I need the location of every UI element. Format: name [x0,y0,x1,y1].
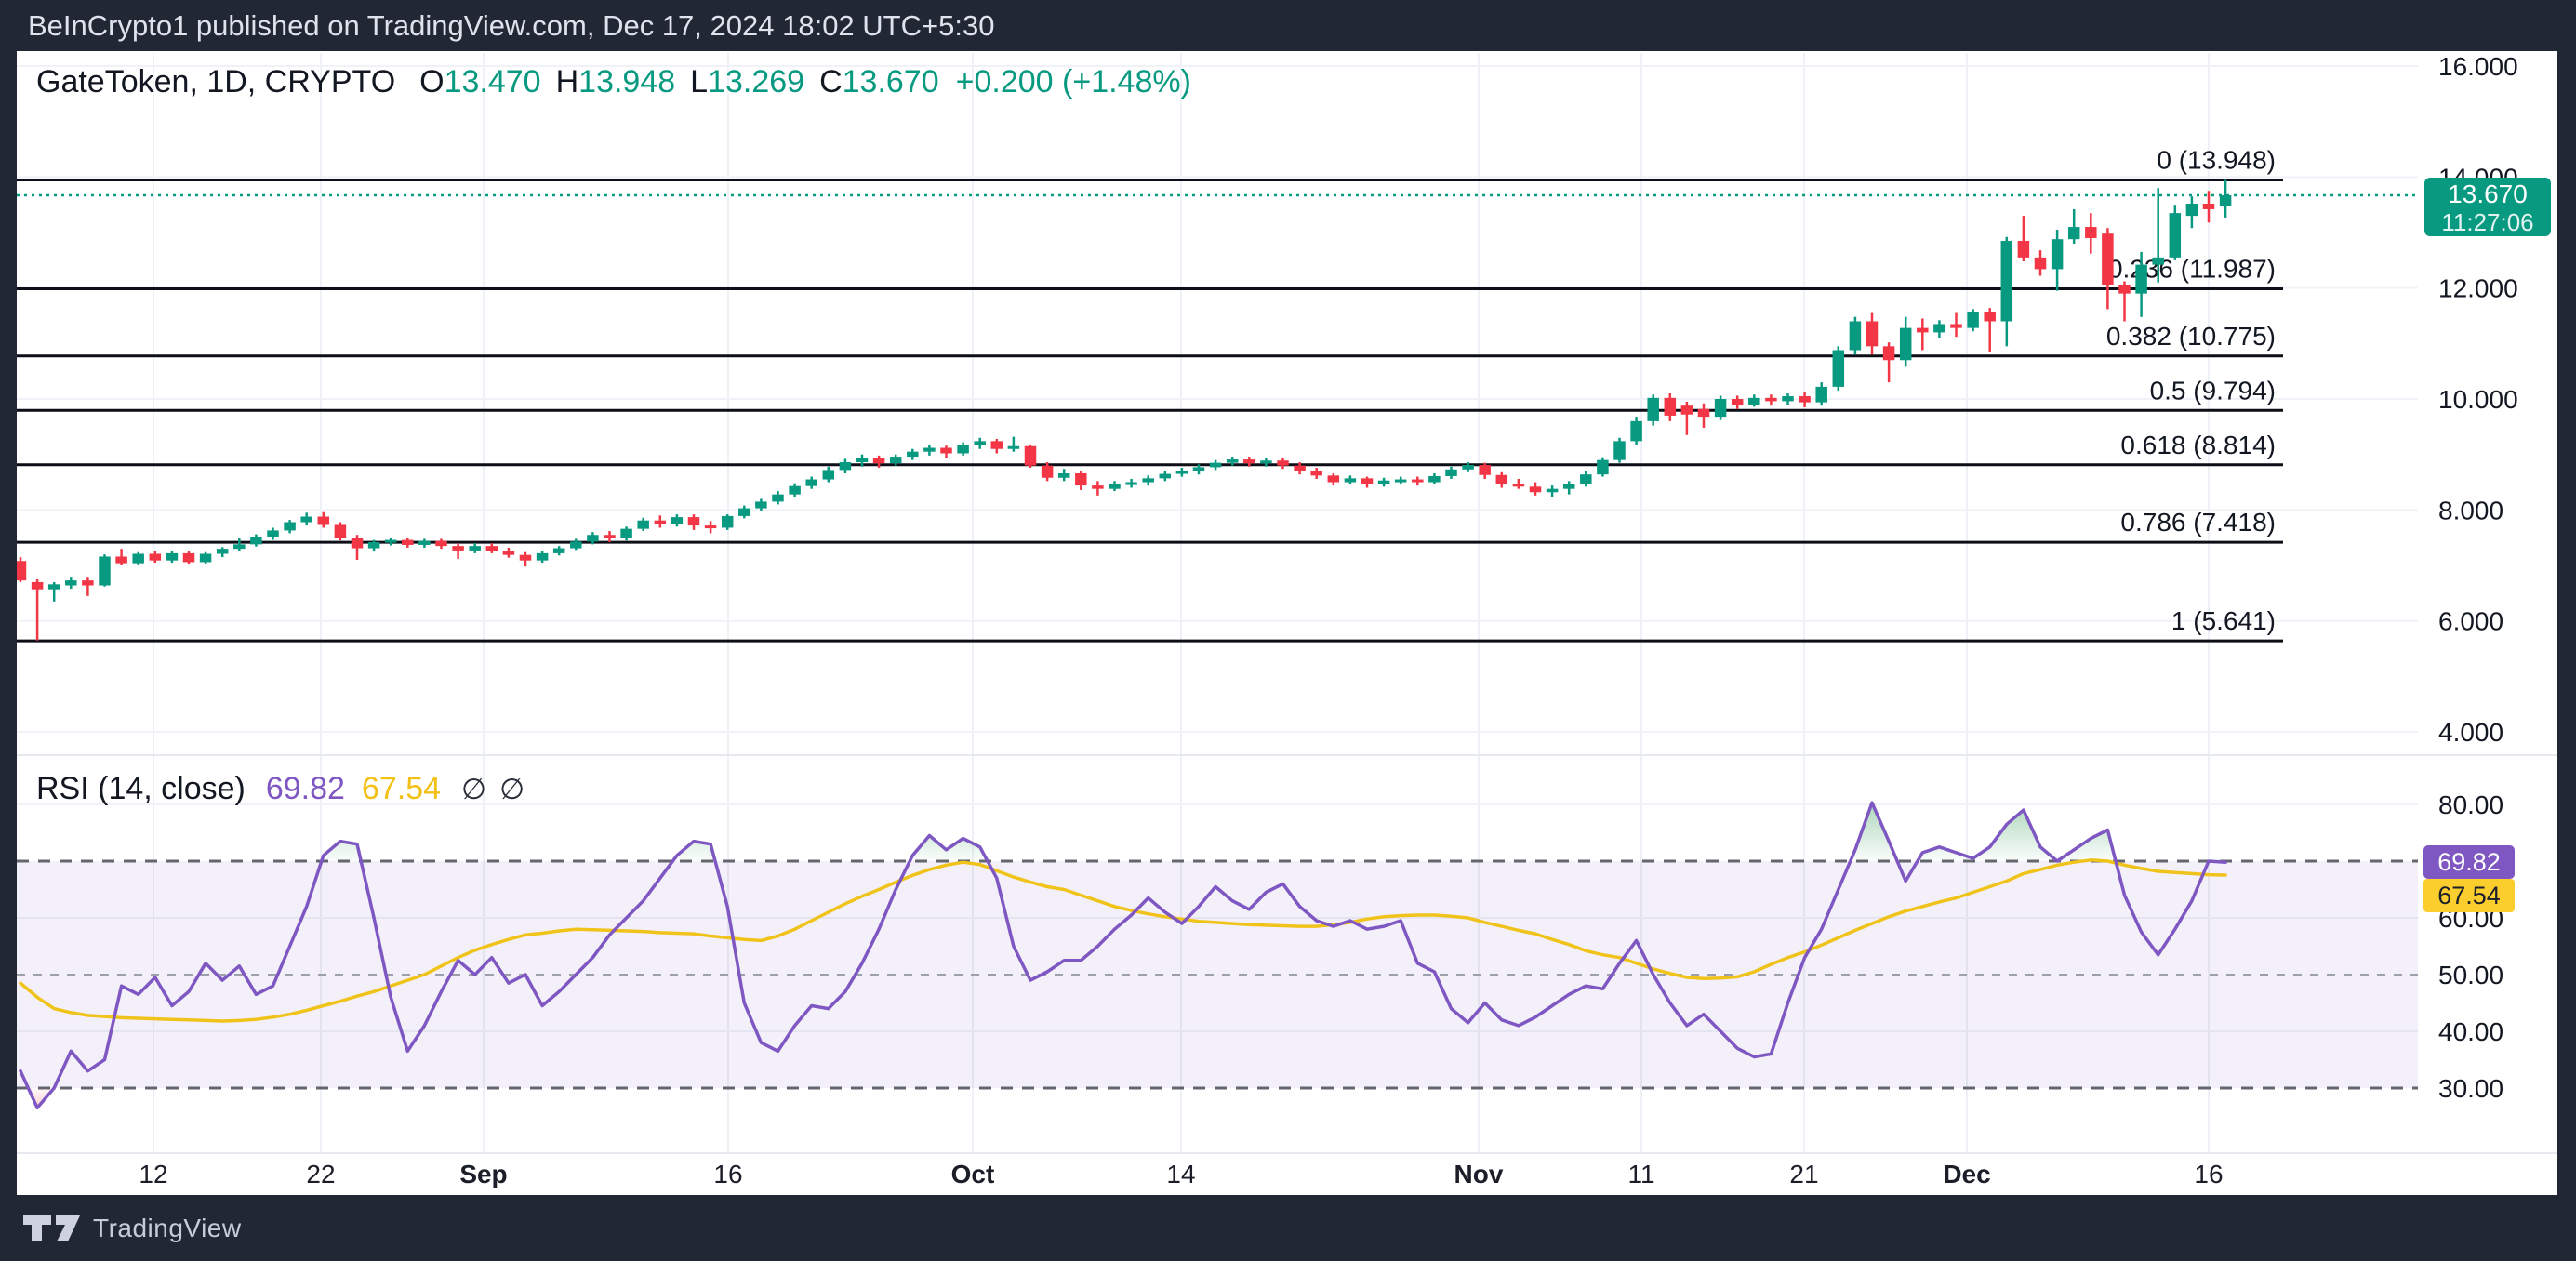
price-axis-label: 4.000 [2438,718,2503,747]
close-label: C [819,64,843,100]
low-label: L [690,64,708,100]
rsi-axis-label: 30.00 [2438,1074,2503,1103]
chart-canvas[interactable]: 0 (13.948) 0.236 (11.987) 0.382 (10.775) 0.… [17,51,2557,1195]
time-axis-label: Dec [1943,1160,1990,1188]
rsi-axis-label: 80.00 [2438,790,2503,819]
time-axis-label: 16 [713,1160,742,1188]
rsi-line-badge: 69.82 [2423,845,2515,879]
rsi-pane[interactable] [17,803,2418,1108]
rsi-legend[interactable]: RSI (14, close) 69.82 67.54 ∅ ∅ [36,768,524,809]
rsi-ma-value: 67.54 [362,771,441,806]
price-axis-label: 6.000 [2438,607,2503,636]
fib-label: 0.382 (10.775) [2106,322,2276,351]
rsi-axis-label: 40.00 [2438,1017,2503,1046]
high-label: H [556,64,579,100]
fib-label: 0.236 (11.987) [2108,254,2276,283]
price-axis[interactable]: 16.00014.00012.00010.0008.0006.0004.000 [2438,52,2518,747]
empty-set-icon[interactable]: ∅ [461,773,486,805]
fib-retracement-tool[interactable]: 0 (13.948) 0.236 (11.987) 0.382 (10.775) 0.… [17,145,2283,641]
tradingview-brand[interactable]: TradingView [22,1214,242,1243]
rsi-value: 69.82 [266,771,345,806]
time-axis-label: Oct [951,1160,995,1188]
rsi-badge-value: 69.82 [2437,848,2501,876]
rsi-ma-badge: 67.54 [2423,879,2515,912]
tradingview-brand-text: TradingView [93,1214,242,1243]
rsi-band [17,861,2418,1088]
price-axis-label: 8.000 [2438,496,2503,524]
time-axis-label: 11 [1627,1160,1654,1188]
footer-bar: TradingView [0,1195,2576,1261]
price-axis-label: 16.000 [2438,52,2518,81]
fib-label: 0.5 (9.794) [2150,376,2276,405]
fib-label: 0.786 (7.418) [2120,508,2276,537]
time-axis-label: 16 [2194,1160,2223,1188]
time-axis-label: Nov [1454,1160,1504,1188]
price-axis-label: 10.000 [2438,385,2518,414]
high-value: 13.948 [578,64,675,100]
bar-countdown: 11:27:06 [2424,208,2551,237]
close-value: 13.670 [843,64,939,100]
open-value: 13.470 [445,64,541,100]
fib-label: 0 (13.948) [2157,145,2276,174]
time-axis-label: 22 [306,1160,335,1188]
time-axis-label: Sep [459,1160,507,1188]
rsi-axis[interactable]: 80.0060.0050.0040.0030.00 [2438,790,2503,1103]
open-label: O [419,64,444,100]
publish-header: BeInCrypto1 published on TradingView.com… [0,0,2576,51]
symbol-legend[interactable]: GateToken, 1D, CRYPTO O13.470 H13.948 L13.2… [36,61,1191,102]
change-value: +0.200 (+1.48%) [956,64,1191,100]
last-price-badge: 13.670 11:27:06 [2424,178,2551,236]
rsi-ma-badge-value: 67.54 [2437,882,2501,909]
symbol-title: GateToken, 1D, CRYPTO [36,64,395,100]
time-axis-label: 12 [139,1160,167,1188]
chart-area[interactable]: 0 (13.948) 0.236 (11.987) 0.382 (10.775) 0.… [17,51,2557,1195]
tradingview-logo-icon [22,1214,82,1243]
low-value: 13.269 [708,64,804,100]
rsi-title: RSI (14, close) [36,771,246,806]
rsi-axis-label: 50.00 [2438,961,2503,989]
publish-header-text: BeInCrypto1 published on TradingView.com… [28,9,994,42]
time-axis[interactable]: 12 22 Sep 16 Oct 14 Nov 11 21 Dec 16 [139,1160,2223,1188]
price-axis-label: 12.000 [2438,274,2518,303]
fib-label: 0.618 (8.814) [2120,431,2276,459]
time-axis-label: 14 [1166,1160,1195,1188]
empty-set-icon[interactable]: ∅ [499,773,524,805]
fib-label: 1 (5.641) [2171,606,2276,635]
time-axis-label: 21 [1789,1160,1818,1188]
last-price: 13.670 [2424,179,2551,208]
tradingview-published-chart: BeInCrypto1 published on TradingView.com… [0,0,2576,1261]
